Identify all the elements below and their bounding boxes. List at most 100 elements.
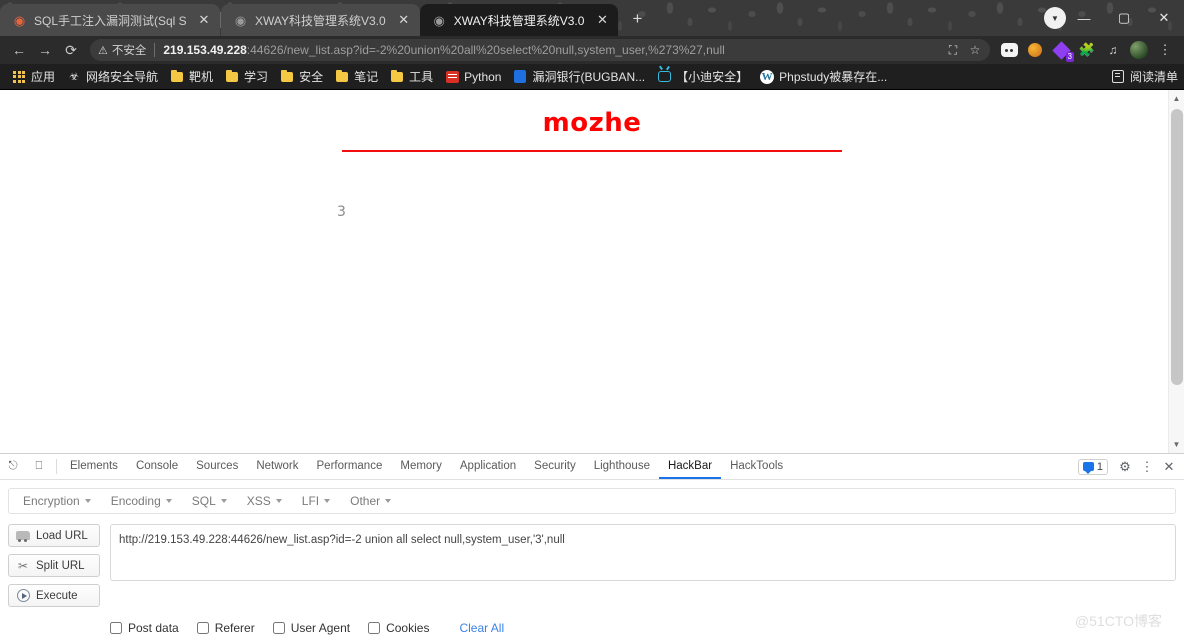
- back-icon[interactable]: ←: [6, 38, 32, 62]
- menu-label: XSS: [246, 494, 271, 508]
- url-input[interactable]: [110, 524, 1176, 581]
- devtools-divider: [56, 459, 57, 474]
- bookmark-xiaodi-security[interactable]: 【小迪安全】: [651, 66, 754, 87]
- tab-xway-system-2-active[interactable]: ◉ XWAY科技管理系统V3.0 ✕: [419, 4, 619, 36]
- new-tab-button[interactable]: +: [624, 6, 650, 32]
- split-url-button[interactable]: ✂ Split URL: [8, 554, 100, 577]
- tab-sql-injection-test[interactable]: ◉ SQL手工注入漏洞测试(Sql Serve ✕: [0, 4, 220, 36]
- clear-all-link[interactable]: Clear All: [459, 621, 504, 635]
- device-toolbar-icon[interactable]: ⎕: [26, 454, 52, 479]
- reading-list-button[interactable]: 阅读清单: [1111, 68, 1178, 85]
- execute-play-icon: [16, 589, 30, 603]
- scrollbar-track[interactable]: [1169, 107, 1184, 436]
- tab-xway-system-1[interactable]: ◉ XWAY科技管理系统V3.0 ✕: [221, 4, 420, 36]
- close-icon[interactable]: ✕: [396, 12, 412, 28]
- watermark: @51CTO博客: [1074, 613, 1162, 629]
- chevron-down-icon: [324, 499, 331, 503]
- bookmark-apps[interactable]: 应用: [6, 66, 61, 87]
- scroll-down-arrow-icon[interactable]: ▼: [1169, 436, 1184, 453]
- warning-triangle-icon: ⚠: [98, 44, 108, 57]
- bookmark-folder-study[interactable]: 学习: [219, 66, 274, 87]
- tab-search-button[interactable]: ▼: [1044, 7, 1066, 29]
- omnibox-divider: [154, 43, 156, 57]
- load-url-button[interactable]: Load URL: [8, 524, 100, 547]
- chrome-menu-icon[interactable]: ⋮: [1153, 38, 1177, 62]
- tab-application[interactable]: Application: [451, 454, 525, 479]
- orange-circle-extension-icon[interactable]: [1023, 38, 1047, 62]
- menu-other[interactable]: Other: [340, 494, 401, 508]
- page-divider: [342, 150, 842, 152]
- user-agent-checkbox[interactable]: [272, 622, 285, 634]
- tab-hacktools[interactable]: HackTools: [721, 454, 792, 479]
- menu-xss[interactable]: XSS: [237, 494, 292, 508]
- option-referer[interactable]: Referer: [196, 621, 255, 635]
- tab-lighthouse[interactable]: Lighthouse: [585, 454, 659, 479]
- menu-encryption[interactable]: Encryption: [13, 494, 101, 508]
- cookies-checkbox[interactable]: [368, 622, 381, 634]
- tab-performance[interactable]: Performance: [308, 454, 392, 479]
- shield-icon: ☣: [69, 71, 79, 83]
- forward-icon[interactable]: →: [32, 38, 58, 62]
- puzzle-extensions-icon[interactable]: 🧩: [1075, 38, 1099, 62]
- menu-lfi[interactable]: LFI: [292, 494, 340, 508]
- close-icon[interactable]: ✕: [1158, 456, 1180, 478]
- purple-diamond-extension-icon[interactable]: 3: [1049, 38, 1074, 62]
- profile-avatar[interactable]: [1127, 38, 1151, 62]
- devtools-panel: ⎋ ⎕ Elements Console Sources Network Per…: [0, 453, 1184, 639]
- reload-icon[interactable]: ⟳: [58, 38, 84, 62]
- notes-extension-icon[interactable]: [997, 38, 1021, 62]
- bookmark-python[interactable]: Python: [439, 68, 507, 86]
- inspect-cursor-icon[interactable]: ⎋: [0, 454, 26, 479]
- menu-sql[interactable]: SQL: [182, 494, 237, 508]
- gear-icon[interactable]: ⚙: [1114, 456, 1136, 478]
- bookmark-network-security-nav[interactable]: ☣ 网络安全导航: [61, 66, 164, 87]
- close-window-button[interactable]: ✕: [1144, 0, 1184, 36]
- bookmark-bugbank[interactable]: 漏洞银行(BUGBAN...: [507, 66, 651, 87]
- tab-console[interactable]: Console: [127, 454, 187, 479]
- option-label: User Agent: [290, 621, 351, 635]
- page-viewport: mozhe 3 ▲ ▼: [0, 90, 1184, 453]
- tab-security[interactable]: Security: [525, 454, 585, 479]
- minimize-button[interactable]: —: [1064, 0, 1104, 36]
- menu-encoding[interactable]: Encoding: [101, 494, 182, 508]
- bookmark-folder-notes[interactable]: 笔记: [329, 66, 384, 87]
- execute-button[interactable]: Execute: [8, 584, 100, 607]
- kebab-menu-icon[interactable]: ⋮: [1136, 456, 1158, 478]
- tab-memory[interactable]: Memory: [391, 454, 451, 479]
- tab-sources[interactable]: Sources: [187, 454, 247, 479]
- folder-icon: [225, 69, 239, 84]
- option-post-data[interactable]: Post data: [110, 621, 179, 635]
- scroll-up-arrow-icon[interactable]: ▲: [1169, 90, 1184, 107]
- bookmark-label: 网络安全导航: [86, 70, 159, 84]
- translate-icon[interactable]: ⛶: [942, 39, 964, 61]
- message-icon: [1082, 462, 1094, 474]
- page-scrollbar[interactable]: ▲ ▼: [1168, 90, 1184, 453]
- menu-label: Encryption: [23, 494, 80, 508]
- tab-network[interactable]: Network: [247, 454, 307, 479]
- maximize-button[interactable]: ▢: [1104, 0, 1144, 36]
- bookmark-folder-target-machines[interactable]: 靶机: [164, 66, 219, 87]
- tab-hackbar[interactable]: HackBar: [658, 454, 722, 479]
- chevron-down-icon: [275, 499, 282, 503]
- close-icon[interactable]: ✕: [594, 12, 610, 28]
- scrollbar-thumb[interactable]: [1170, 109, 1183, 385]
- message-count-badge[interactable]: 1: [1077, 458, 1108, 475]
- hackbar-options-row: Post data Referer User Agent Cookies Cle…: [0, 607, 1184, 635]
- bookmark-folder-security[interactable]: 安全: [274, 66, 329, 87]
- bookmark-label: 学习: [244, 70, 269, 84]
- address-bar[interactable]: ⚠ 不安全 219.153.49.228 :44626/new_list.asp…: [90, 39, 990, 61]
- menu-label: LFI: [301, 494, 320, 508]
- option-cookies[interactable]: Cookies: [368, 621, 429, 635]
- apps-grid-icon: [12, 70, 26, 84]
- bookmark-phpstudy[interactable]: W Phpstudy被暴存在...: [754, 66, 893, 87]
- menu-label: SQL: [191, 494, 216, 508]
- close-icon[interactable]: ✕: [196, 12, 212, 28]
- bookmark-folder-tools[interactable]: 工具: [384, 66, 439, 87]
- bookmark-star-icon[interactable]: ☆: [964, 39, 986, 61]
- referer-checkbox[interactable]: [196, 622, 209, 634]
- post-data-checkbox[interactable]: [110, 622, 122, 634]
- tab-elements[interactable]: Elements: [61, 454, 127, 479]
- playlist-icon[interactable]: ♫: [1101, 38, 1125, 62]
- folder-icon: [280, 69, 294, 84]
- option-user-agent[interactable]: User Agent: [272, 621, 351, 635]
